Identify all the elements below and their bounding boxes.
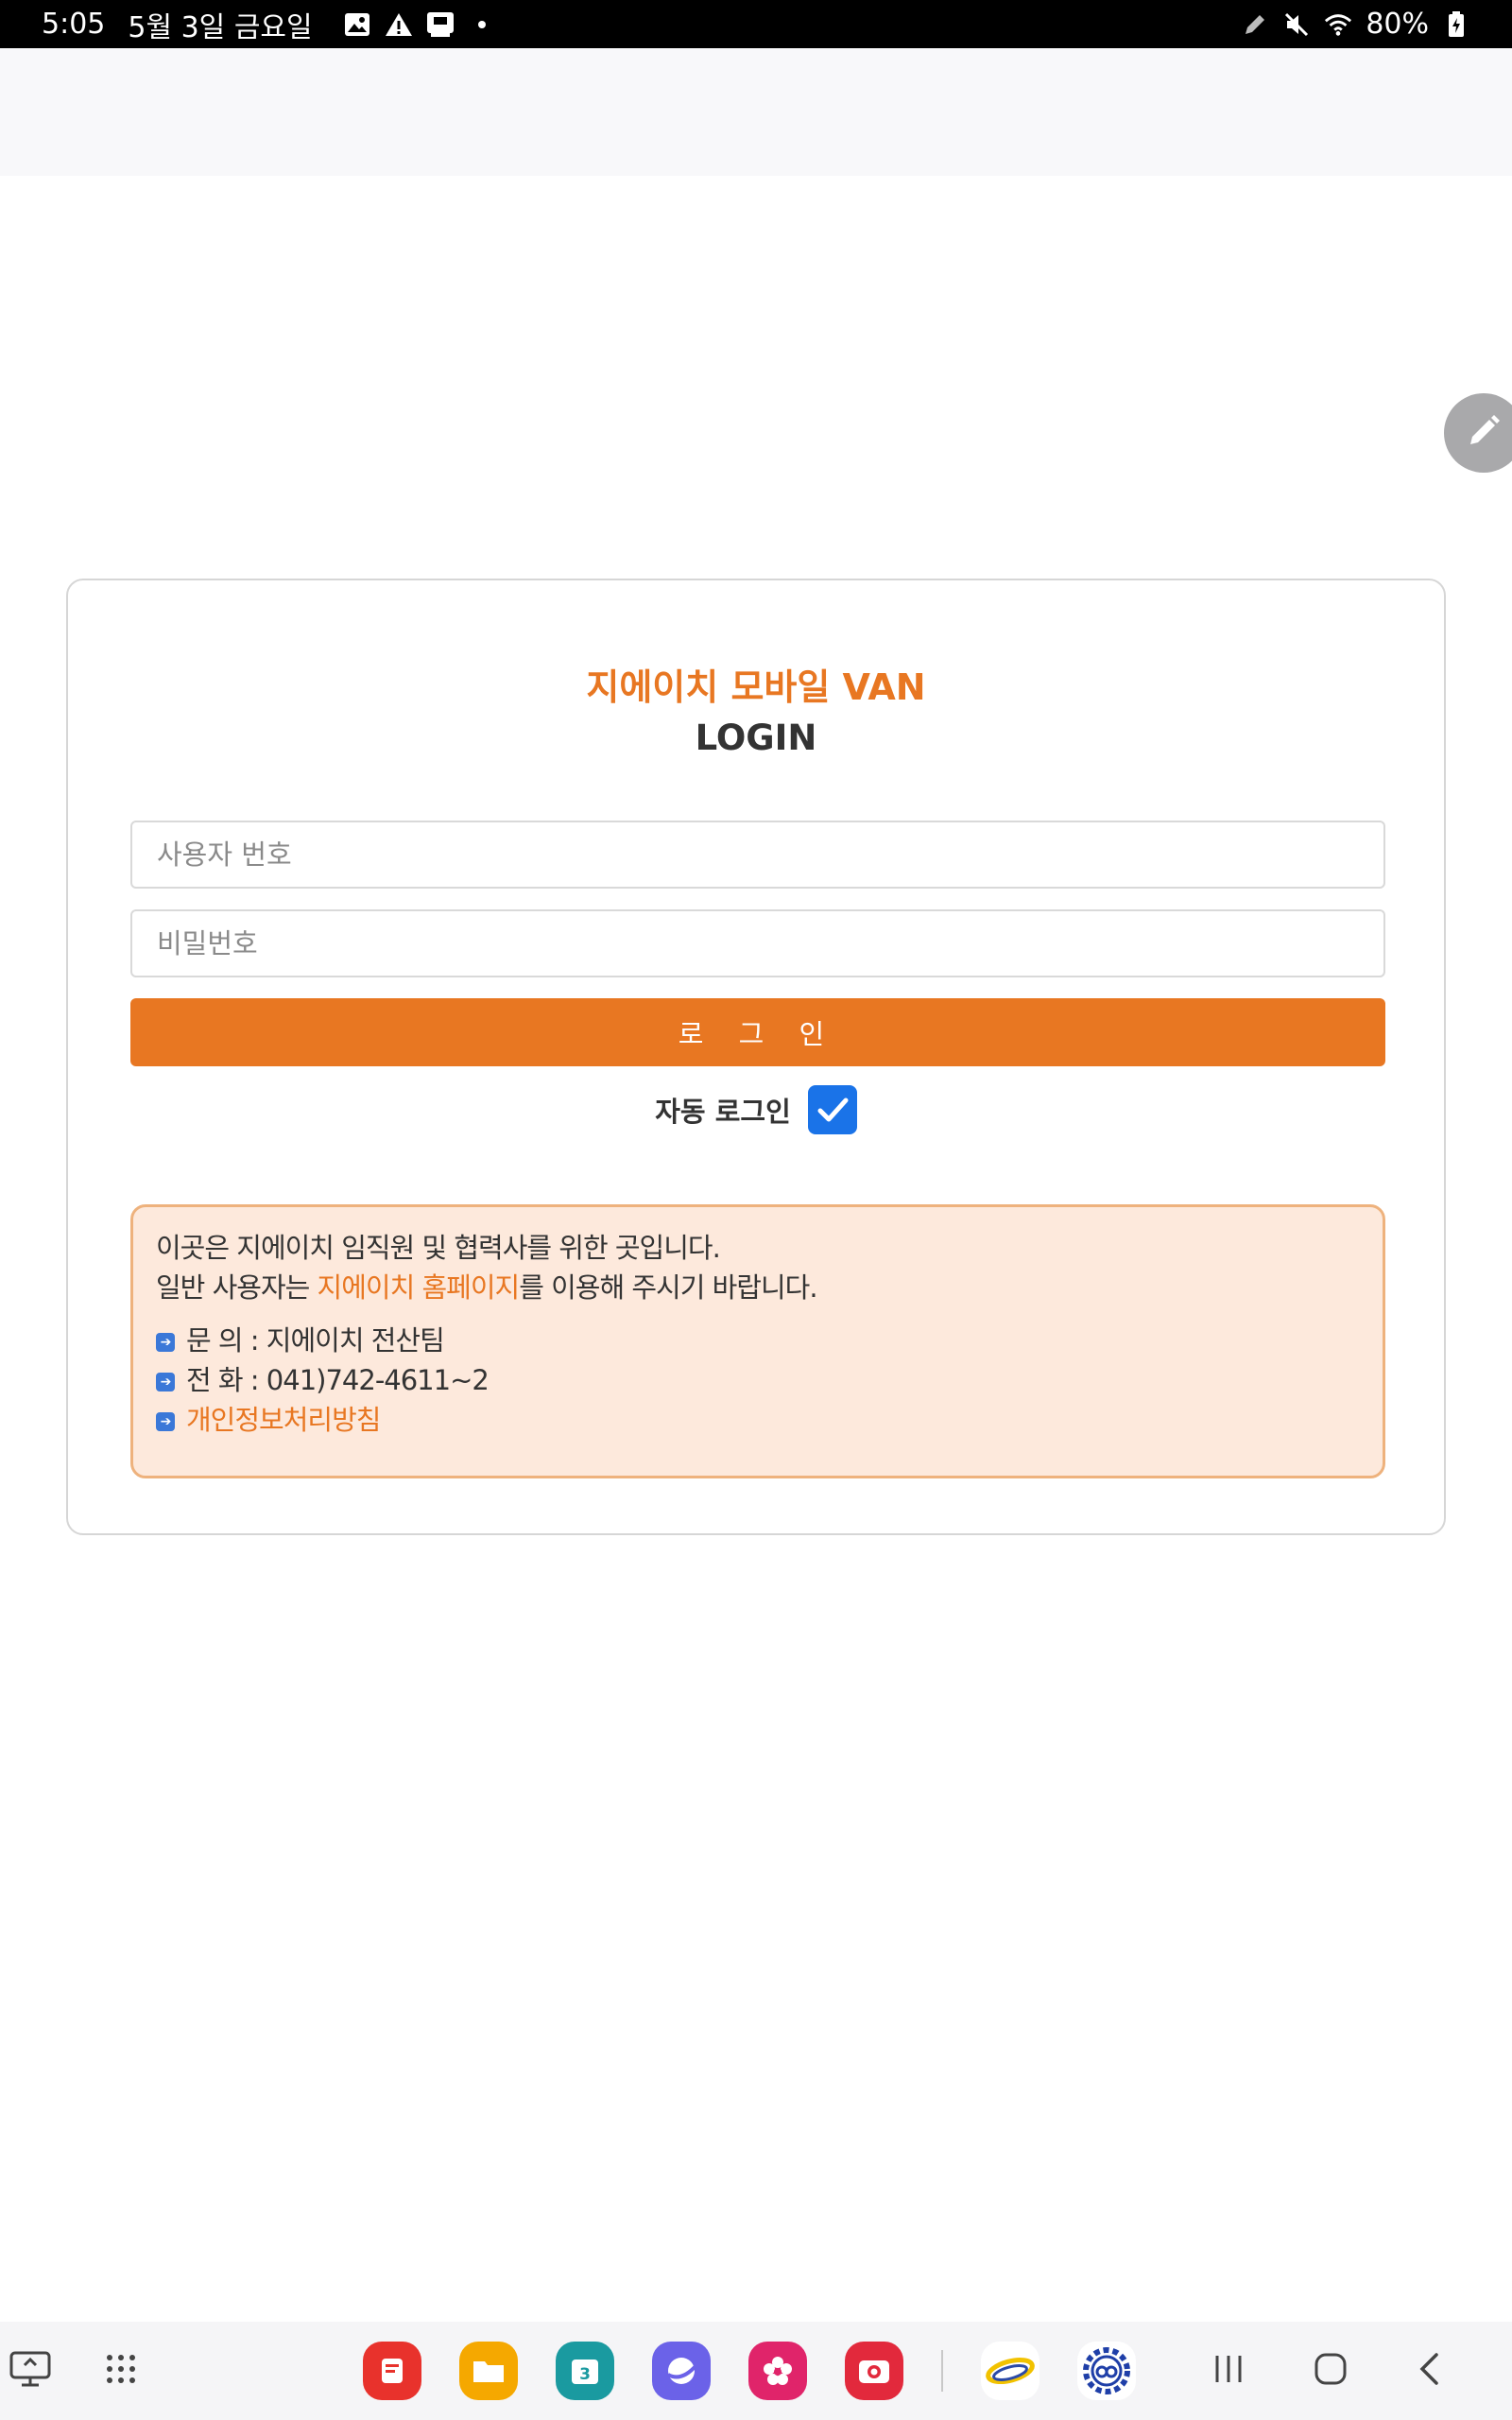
system-nav-buttons [1211,2352,1442,2390]
info-line-2-suffix: 를 이용해 주시기 바랍니다. [519,1271,817,1304]
mute-icon [1282,10,1311,39]
tray-divider [941,2350,943,2392]
edit-floating-button[interactable] [1444,393,1512,473]
phone-label: 전 화 : [186,1364,266,1396]
status-date: 5월 3일 금요일 [128,10,313,44]
status-right: 80% [1241,8,1470,41]
browser-toolbar [0,48,1512,176]
settings-gear-app-icon[interactable] [1077,2342,1136,2400]
notification-icons [343,10,496,39]
pencil-icon [1465,412,1503,454]
arrow-right-icon: ➔ [156,1373,175,1392]
internet-app-icon[interactable] [652,2342,711,2400]
info-box: 이곳은 지에이치 임직원 및 협력사를 위한 곳입니다. 일반 사용자는 지에이… [130,1204,1385,1478]
files-app-icon[interactable] [459,2342,518,2400]
recents-button-icon[interactable] [1211,2353,1246,2389]
van-app-icon[interactable] [981,2342,1040,2400]
phone-value: 041)742-4611~2 [266,1364,490,1396]
flower-app-icon[interactable] [748,2342,807,2400]
calendar-day: 3 [579,2365,591,2384]
auto-login-row: 자동 로그인 [68,1085,1444,1134]
status-time: 5:05 [42,8,106,41]
info-list: ➔ 문 의 : 지에이치 전산팀 ➔ 전 화 : 041)742-4611~2 … [156,1321,1360,1440]
contact-value: 지에이치 전산팀 [266,1324,445,1357]
arrow-right-icon: ➔ [156,1412,175,1431]
info-line-2-prefix: 일반 사용자는 [156,1271,318,1304]
wifi-icon [1324,10,1352,39]
login-subtitle: LOGIN [695,717,817,758]
homepage-link[interactable]: 지에이치 홈페이지 [318,1271,521,1304]
auto-login-label: 자동 로그인 [655,1096,791,1128]
privacy-item: ➔ 개인정보처리방침 [156,1400,1360,1440]
dot-icon [468,10,496,39]
camera-app-icon[interactable] [845,2342,903,2400]
battery-percent: 80% [1366,8,1429,41]
recent-apps-panel-icon[interactable] [9,2350,51,2392]
phone-item: ➔ 전 화 : 041)742-4611~2 [156,1360,1360,1400]
login-card: 지에이치 모바일 VAN LOGIN 로 그 인 자동 로그인 이곳은 지에이치… [66,579,1446,1535]
contact-item: ➔ 문 의 : 지에이치 전산팀 [156,1321,1360,1360]
login-button[interactable]: 로 그 인 [130,998,1385,1066]
pen-icon [1241,10,1269,39]
screenshot-icon [426,10,455,39]
contact-label: 문 의 : [186,1324,266,1357]
calendar-app-icon[interactable]: 3 [556,2342,614,2400]
warning-icon [385,10,413,39]
privacy-policy-link[interactable]: 개인정보처리방침 [186,1400,381,1440]
auto-login-checkbox[interactable] [807,1085,857,1134]
status-bar: 5:05 5월 3일 금요일 80% [0,0,1512,48]
info-line-2: 일반 사용자는 지에이치 홈페이지를 이용해 주시기 바랍니다. [156,1268,1360,1307]
home-button-icon[interactable] [1314,2352,1348,2390]
apps-grid-icon[interactable] [104,2352,138,2390]
gallery-icon [343,10,371,39]
password-input[interactable] [130,909,1385,977]
back-button-icon[interactable] [1416,2352,1442,2390]
battery-icon [1442,10,1470,39]
userid-input[interactable] [130,821,1385,889]
taskbar-left [9,2350,138,2392]
notes-app-icon[interactable] [363,2342,421,2400]
app-tray: 3 [363,2342,1136,2400]
taskbar: 3 [0,2322,1512,2420]
arrow-right-icon: ➔ [156,1333,175,1352]
status-left: 5:05 5월 3일 금요일 [42,4,496,45]
login-title: 지에이치 모바일 VAN [586,666,926,708]
info-line-1: 이곳은 지에이치 임직원 및 협력사를 위한 곳입니다. [156,1232,721,1264]
checkmark-icon [817,1098,849,1122]
